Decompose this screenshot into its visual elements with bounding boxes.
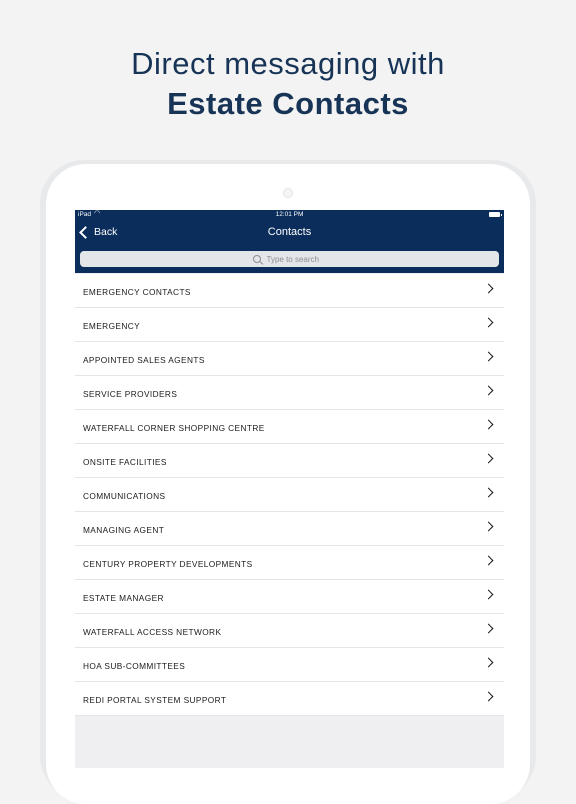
chevron-right-icon — [483, 623, 494, 634]
screen-title: Contacts — [267, 226, 312, 238]
contact-row[interactable]: ESTATE MANAGER — [75, 580, 504, 614]
contact-row[interactable]: MANAGING AGENT — [75, 512, 504, 546]
chevron-right-icon — [483, 453, 494, 464]
contact-row[interactable]: WATERFALL CORNER SHOPPING CENTRE — [75, 410, 504, 444]
chevron-right-icon — [483, 385, 494, 396]
contact-row-label: WATERFALL ACCESS NETWORK — [83, 627, 222, 637]
search-icon — [252, 255, 261, 263]
contact-list: EMERGENCY CONTACTS EMERGENCY APPOINTED SAL… — [75, 274, 504, 716]
contact-row-label: EMERGENCY — [83, 321, 141, 331]
contact-row-label: CENTURY PROPERTY DEVELOPMENTS — [83, 559, 253, 569]
contact-row-label: REDI PORTAL SYSTEM SUPPORT — [83, 695, 227, 705]
chevron-right-icon — [483, 589, 494, 600]
search-bar[interactable] — [80, 251, 499, 267]
chevron-right-icon — [483, 419, 494, 430]
contact-row[interactable]: EMERGENCY — [75, 308, 504, 342]
search-input[interactable] — [266, 254, 327, 264]
navigation-bar: iPad ◠ 12:01 PM Back Contacts — [75, 210, 504, 273]
contact-row[interactable]: COMMUNICATIONS — [75, 478, 504, 512]
contact-row-label: APPOINTED SALES AGENTS — [83, 355, 205, 365]
chevron-right-icon — [483, 691, 494, 702]
contact-row-label: ONSITE FACILITIES — [83, 457, 167, 467]
contact-row[interactable]: CENTURY PROPERTY DEVELOPMENTS — [75, 546, 504, 580]
device-screen: iPad ◠ 12:01 PM Back Contacts EMERGENCY … — [75, 210, 504, 768]
contact-row-label: MANAGING AGENT — [83, 525, 165, 535]
contact-row[interactable]: HOA SUB-COMMITTEES — [75, 648, 504, 682]
status-time: 12:01 PM — [275, 211, 304, 218]
chevron-right-icon — [483, 555, 494, 566]
chevron-right-icon — [483, 521, 494, 532]
chevron-right-icon — [483, 657, 494, 668]
contact-row[interactable]: ONSITE FACILITIES — [75, 444, 504, 478]
contact-row-label: EMERGENCY CONTACTS — [83, 287, 191, 297]
status-bar: iPad ◠ 12:01 PM — [75, 210, 504, 220]
promo-headline-line2: Estate Contacts — [167, 86, 409, 121]
battery-icon — [489, 212, 502, 217]
contact-row[interactable]: EMERGENCY CONTACTS — [75, 274, 504, 308]
contact-row-label: ESTATE MANAGER — [83, 593, 164, 603]
chevron-right-icon — [483, 283, 494, 294]
contact-row-label: HOA SUB-COMMITTEES — [83, 661, 186, 671]
contact-row-label: SERVICE PROVIDERS — [83, 389, 178, 399]
chevron-right-icon — [483, 351, 494, 362]
contact-row-label: WATERFALL CORNER SHOPPING CENTRE — [83, 423, 265, 433]
contact-row[interactable]: SERVICE PROVIDERS — [75, 376, 504, 410]
chevron-right-icon — [483, 317, 494, 328]
contact-row[interactable]: REDI PORTAL SYSTEM SUPPORT — [75, 682, 504, 716]
chevron-right-icon — [483, 487, 494, 498]
contact-row[interactable]: APPOINTED SALES AGENTS — [75, 342, 504, 376]
camera-icon — [283, 188, 293, 198]
contact-row-label: COMMUNICATIONS — [83, 491, 166, 501]
contact-row[interactable]: WATERFALL ACCESS NETWORK — [75, 614, 504, 648]
promo-headline-line1: Direct messaging with — [131, 46, 445, 81]
